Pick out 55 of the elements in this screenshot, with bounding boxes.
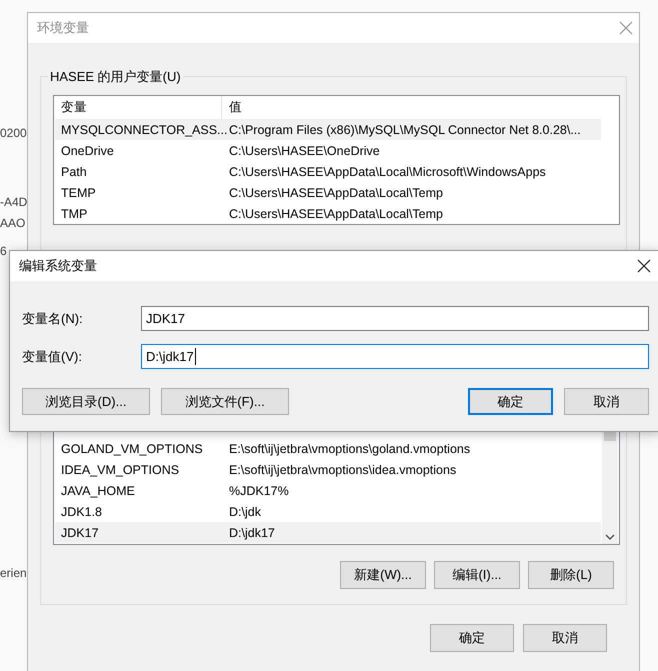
variable-value: C:\Users\HASEE\AppData\Local\Temp <box>228 206 443 220</box>
variable-name: JAVA_HOME <box>60 484 136 498</box>
dialog-button[interactable]: 确定 <box>430 624 514 652</box>
field-label: 变量名(N): <box>22 310 84 328</box>
dialog-button[interactable]: 确定 <box>468 388 553 415</box>
input-field[interactable]: JDK17 <box>141 306 649 331</box>
background-text: 6 <box>0 244 7 258</box>
list-row[interactable]: Path C:\Users\HASEE\AppData\Local\Microsoft\WindowsApps <box>55 161 601 182</box>
window-title: 环境变量 <box>37 19 89 37</box>
background-text: erien <box>0 566 27 580</box>
variable-value: C:\Users\HASEE\AppData\Local\Microsoft\WindowsApps <box>228 164 546 178</box>
list-row[interactable]: JDK1.8 D:\jdk <box>55 501 601 522</box>
variable-value: C:\Users\HASEE\OneDrive <box>228 144 380 158</box>
background-text: AAO <box>0 216 26 230</box>
variable-value: D:\jdk <box>228 504 261 518</box>
variable-value: C:\Program Files (x86)\MySQL\MySQL Connector Net 8.0.28\... <box>228 122 581 136</box>
window-title: 编辑系统变量 <box>19 257 97 275</box>
dialog-button[interactable]: 浏览文件(F)... <box>161 388 289 415</box>
close-icon[interactable] <box>637 259 651 273</box>
dialog-button[interactable]: 取消 <box>523 624 607 652</box>
input-field[interactable]: D:\jdk17 <box>141 344 649 369</box>
variable-value: D:\jdk17 <box>228 526 275 540</box>
action-button[interactable]: 删除(L) <box>528 561 614 589</box>
action-button[interactable]: 编辑(I)... <box>434 561 520 589</box>
scrollbar[interactable] <box>602 432 618 544</box>
scroll-thumb[interactable] <box>604 432 616 441</box>
variable-name: IDEA_VM_OPTIONS <box>60 462 180 476</box>
variable-name: GOLAND_VM_OPTIONS <box>60 442 204 456</box>
list-row[interactable]: IDEA_VM_OPTIONS E:\soft\ij\jetbra\vmoptions\idea.vmoptions <box>55 459 601 480</box>
variable-name: Path <box>60 164 88 178</box>
variable-value: %JDK17% <box>228 484 289 498</box>
action-button[interactable]: 新建(W)... <box>340 561 426 589</box>
variable-value: E:\soft\ij\jetbra\vmoptions\goland.vmoptions <box>228 442 470 456</box>
variable-name: OneDrive <box>60 144 115 158</box>
variable-name: TEMP <box>60 186 97 200</box>
variable-name: JDK1.8 <box>60 504 103 518</box>
variable-value: E:\soft\ij\jetbra\vmoptions\idea.vmoptions <box>228 462 456 476</box>
list-row[interactable]: JDK17 D:\jdk17 <box>55 522 601 543</box>
variable-name: JDK17 <box>60 526 100 540</box>
background-text: -A4D <box>0 195 28 209</box>
scroll-down-icon[interactable] <box>605 534 615 540</box>
column-header[interactable]: 值 <box>222 96 242 119</box>
list-row[interactable]: TMP C:\Users\HASEE\AppData\Local\Temp <box>55 203 601 224</box>
variable-name: TMP <box>60 206 88 220</box>
dialog-button[interactable]: 浏览目录(D)... <box>22 388 150 415</box>
background-text: 0200 <box>0 126 27 140</box>
variable-value: C:\Users\HASEE\AppData\Local\Temp <box>228 186 443 200</box>
list-row[interactable]: MYSQLCONNECTOR_ASS...C:\Program Files (x86)\MySQL\MySQL Connector Net 8.0.28\... <box>55 119 601 140</box>
field-label: 变量值(V): <box>22 348 83 366</box>
group-label: HASEE 的用户变量(U) <box>48 68 183 86</box>
dialog-button[interactable]: 取消 <box>564 388 649 415</box>
list-row[interactable]: JAVA_HOME %JDK17% <box>55 480 601 501</box>
list-row[interactable]: TEMP C:\Users\HASEE\AppData\Local\Temp <box>55 182 601 203</box>
list-row[interactable]: GOLAND_VM_OPTIONS E:\soft\ij\jetbra\vmoptions\goland.vmoptions <box>55 438 601 459</box>
list-row[interactable]: OneDrive C:\Users\HASEE\OneDrive <box>55 140 601 161</box>
